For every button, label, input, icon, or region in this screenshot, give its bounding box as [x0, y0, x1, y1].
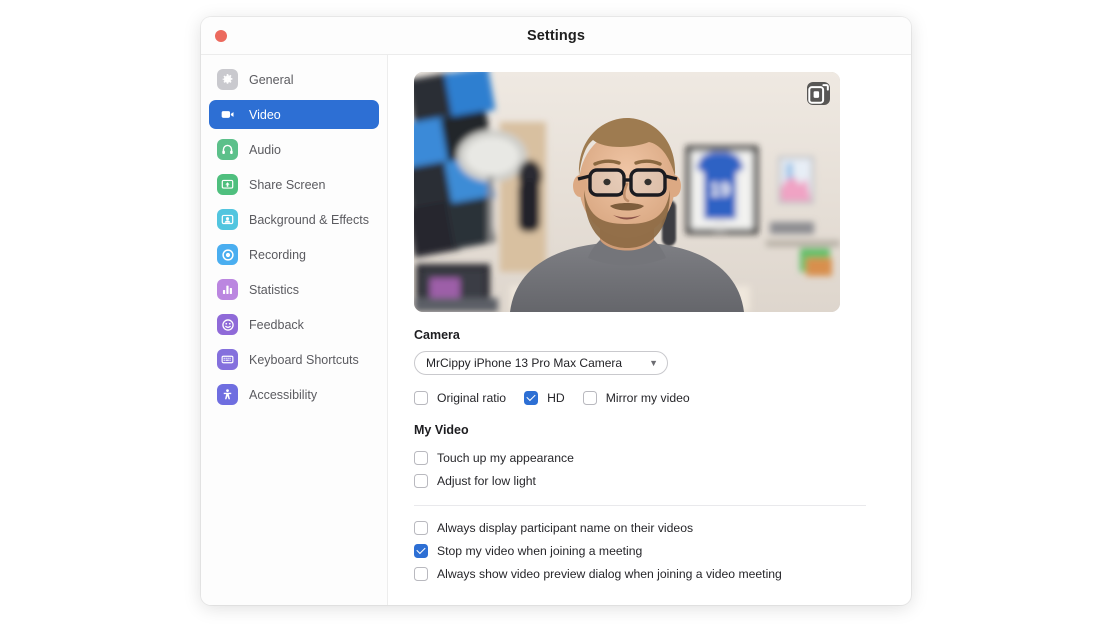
sidebar-item-label: Recording	[249, 247, 306, 262]
checkbox-touch-up-my-appearance[interactable]: Touch up my appearance	[414, 446, 885, 469]
record-circle-icon	[217, 244, 238, 265]
video-settings-panel: 19 Camera MrCippy iPhone 13 Pro Max Came…	[388, 55, 911, 605]
sidebar-item-video[interactable]: Video	[209, 100, 379, 129]
camera-select[interactable]: MrCippy iPhone 13 Pro Max Camera ▼	[414, 351, 668, 375]
sidebar-item-keyboard-shortcuts[interactable]: Keyboard Shortcuts	[209, 345, 379, 374]
checkbox-checked-icon[interactable]	[414, 543, 428, 558]
settings-window: Settings General Video Audio Share Screen Ba…	[201, 17, 911, 605]
checkbox-original-ratio[interactable]: Original ratio	[414, 386, 506, 409]
checkbox-always-display-participant-name-on-their-videos[interactable]: Always display participant name on their…	[414, 516, 885, 539]
sidebar-item-general[interactable]: General	[209, 65, 379, 94]
gear-icon	[217, 69, 238, 90]
checkbox-stop-my-video-when-joining-a-meeting[interactable]: Stop my video when joining a meeting	[414, 539, 885, 562]
my-video-section-heading: My Video	[414, 423, 469, 437]
smiley-face-icon	[217, 314, 238, 335]
checkbox-label: Stop my video when joining a meeting	[437, 543, 643, 558]
my-video-options-group: Touch up my appearance Adjust for low lig…	[414, 446, 885, 492]
camera-select-value: MrCippy iPhone 13 Pro Max Camera	[426, 356, 623, 370]
checkbox-unchecked-icon[interactable]	[414, 566, 428, 581]
sidebar-item-audio[interactable]: Audio	[209, 135, 379, 164]
camera-feed-image: 19	[414, 72, 840, 312]
checkbox-label: Original ratio	[437, 390, 507, 405]
sidebar-item-recording[interactable]: Recording	[209, 240, 379, 269]
checkbox-label: Touch up my appearance	[437, 450, 574, 465]
camera-options-group: Original ratio HD Mirror my video	[414, 386, 885, 409]
video-camera-icon	[217, 104, 238, 125]
checkbox-checked-icon[interactable]	[524, 390, 539, 405]
checkbox-adjust-for-low-light[interactable]: Adjust for low light	[414, 469, 885, 492]
checkbox-unchecked-icon[interactable]	[582, 390, 597, 405]
sidebar-item-label: General	[249, 72, 294, 87]
headphones-icon	[217, 139, 238, 160]
settings-sidebar: General Video Audio Share Screen Background …	[201, 55, 388, 605]
checkbox-mirror-my-video[interactable]: Mirror my video	[582, 386, 690, 409]
sidebar-item-label: Video	[249, 107, 281, 122]
picture-in-picture-button[interactable]	[807, 82, 830, 105]
camera-section-heading: Camera	[414, 328, 460, 342]
bar-chart-icon	[217, 279, 238, 300]
sidebar-item-feedback[interactable]: Feedback	[209, 310, 379, 339]
checkbox-label: HD	[547, 390, 565, 405]
checkbox-label: Mirror my video	[605, 390, 690, 405]
picture-in-picture-icon	[808, 84, 829, 104]
checkbox-label: Always show video preview dialog when jo…	[437, 566, 782, 581]
checkbox-unchecked-icon[interactable]	[414, 473, 428, 488]
sidebar-item-accessibility[interactable]: Accessibility	[209, 380, 379, 409]
sidebar-item-label: Audio	[249, 142, 281, 157]
sidebar-item-statistics[interactable]: Statistics	[209, 275, 379, 304]
window-titlebar: Settings	[201, 17, 911, 55]
sidebar-item-background-effects[interactable]: Background & Effects	[209, 205, 379, 234]
sidebar-item-label: Background & Effects	[249, 212, 369, 227]
video-preview[interactable]: 19	[414, 72, 840, 312]
svg-text:19: 19	[709, 180, 730, 201]
checkbox-hd[interactable]: HD	[524, 386, 565, 409]
checkbox-label: Always display participant name on their…	[437, 520, 694, 535]
checkbox-label: Adjust for low light	[437, 473, 536, 488]
sidebar-item-label: Feedback	[249, 317, 304, 332]
section-divider	[414, 505, 866, 506]
accessibility-icon	[217, 384, 238, 405]
checkbox-unchecked-icon[interactable]	[414, 520, 428, 535]
checkbox-unchecked-icon[interactable]	[414, 390, 428, 405]
checkbox-unchecked-icon[interactable]	[414, 450, 428, 465]
sidebar-item-label: Share Screen	[249, 177, 326, 192]
page-title: Settings	[527, 27, 585, 44]
sidebar-item-share-screen[interactable]: Share Screen	[209, 170, 379, 199]
checkbox-always-show-video-preview-dialog-when-joining-a-video-meeting[interactable]: Always show video preview dialog when jo…	[414, 562, 885, 585]
sidebar-item-label: Accessibility	[249, 387, 318, 402]
sidebar-item-label: Keyboard Shortcuts	[249, 352, 359, 367]
person-frame-icon	[217, 209, 238, 230]
meeting-options-group: Always display participant name on their…	[414, 516, 885, 585]
window-body: General Video Audio Share Screen Background …	[201, 55, 911, 605]
keyboard-icon	[217, 349, 238, 370]
chevron-down-icon: ▼	[649, 357, 658, 368]
sidebar-item-label: Statistics	[249, 282, 300, 297]
share-screen-icon	[217, 174, 238, 195]
